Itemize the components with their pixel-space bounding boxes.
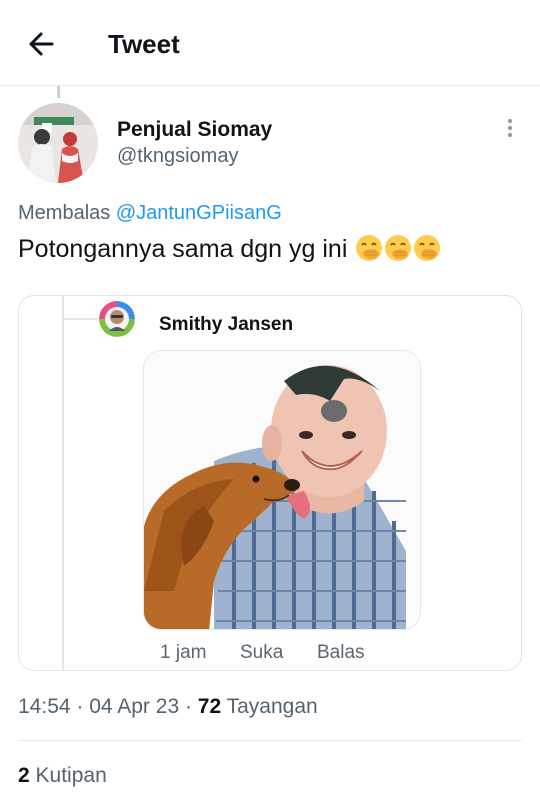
more-options-button[interactable] bbox=[500, 116, 520, 142]
replying-to-line: Membalas @JantunGPiisanG bbox=[18, 202, 282, 225]
tweet-meta: 14:54 · 04 Apr 23 · 72 Tayangan bbox=[18, 695, 318, 719]
top-app-bar: Tweet bbox=[0, 0, 540, 86]
hand-over-mouth-emoji bbox=[356, 235, 383, 261]
tweet-body: Potongannya sama dgn yg ini bbox=[18, 235, 348, 263]
arrow-left-icon bbox=[29, 32, 54, 56]
replying-prefix: Membalas bbox=[18, 202, 111, 224]
tweet-text: Potongannya sama dgn yg ini bbox=[18, 234, 441, 264]
thread-connector-line bbox=[57, 86, 60, 98]
hand-over-mouth-emoji bbox=[414, 235, 441, 261]
page-title: Tweet bbox=[108, 29, 180, 59]
quotes-count: 2 bbox=[18, 764, 30, 787]
views-label: Tayangan bbox=[226, 695, 318, 718]
commenter-name[interactable]: Smithy Jansen bbox=[159, 314, 293, 336]
hand-over-mouth-emoji bbox=[385, 235, 412, 261]
thread-branch-line bbox=[64, 318, 98, 320]
sticker-image[interactable] bbox=[143, 350, 421, 630]
tweet-timestamp: 14:54 · 04 Apr 23 · bbox=[18, 695, 192, 718]
mention-link[interactable]: @JantunGPiisanG bbox=[116, 202, 282, 224]
author-avatar[interactable] bbox=[18, 103, 98, 183]
quotes-label: Kutipan bbox=[35, 764, 107, 787]
reply-time: 1 jam bbox=[160, 642, 207, 663]
like-button[interactable]: Suka bbox=[240, 642, 283, 664]
divider bbox=[18, 740, 522, 741]
commenter-avatar[interactable] bbox=[99, 301, 135, 337]
views-count: 72 bbox=[197, 695, 222, 718]
back-button[interactable] bbox=[22, 26, 62, 62]
reply-button[interactable]: Balas bbox=[317, 642, 365, 664]
author-handle[interactable]: @tkngsiomay bbox=[117, 145, 238, 168]
quoted-reply-card[interactable]: Smithy Jansen 1 jam Suka Balas bbox=[18, 295, 522, 671]
thread-line bbox=[62, 296, 64, 670]
author-name[interactable]: Penjual Siomay bbox=[117, 118, 272, 142]
quotes-link[interactable]: 2 Kutipan bbox=[18, 764, 107, 788]
more-vertical-icon bbox=[500, 116, 520, 137]
